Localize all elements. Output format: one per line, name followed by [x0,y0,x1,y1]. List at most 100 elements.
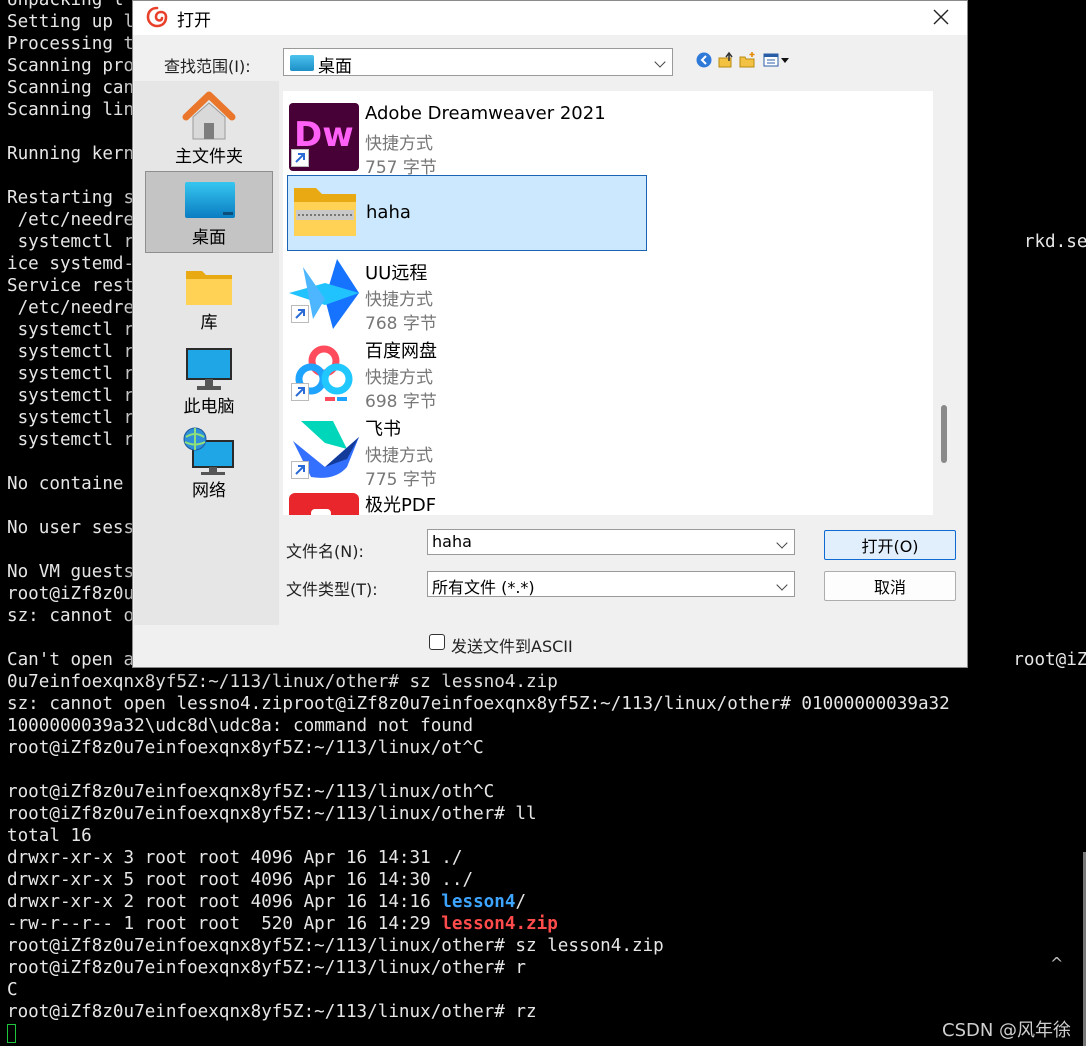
home-icon [182,91,236,140]
place-desktop[interactable]: 桌面 [145,171,273,253]
look-in-combobox[interactable]: 桌面 [283,48,673,77]
place-network[interactable]: 网络 [145,423,273,505]
filename-label: 文件名(N): [286,542,364,561]
new-folder-icon [739,52,755,68]
cancel-button[interactable]: 取消 [824,571,956,601]
file-name: haha [366,202,411,223]
terminal-line: Processing t [7,34,135,54]
shortcut-arrow-icon [291,305,309,323]
scroll-up-caret[interactable]: ^ [1050,954,1063,973]
terminal-line: No containe [7,474,124,494]
file-item-haha[interactable]: haha [287,175,647,251]
network-icon [183,427,234,475]
place-this-pc[interactable]: 此电脑 [145,339,273,421]
terminal-line: root@iZf8z0u7einfoexqnx8yf5Z:~/113/linux… [7,804,537,824]
terminal-line: total 16 [7,826,92,846]
shortcut-arrow-icon [291,149,309,167]
chevron-down-icon [776,579,788,591]
terminal-line: Service rest [7,276,135,296]
back-arrow-icon [696,52,712,68]
file-list[interactable]: Dw Adobe Dreamweaver 2021 快捷方式 757 字节 ha… [283,91,933,515]
new-folder-button[interactable] [739,51,759,71]
up-folder-icon [718,51,733,68]
terminal-line: systemctl r [7,364,135,384]
terminal-line: systemctl r [7,342,135,362]
zip-folder-icon [290,180,360,248]
zip-file-name: lesson4.zip [441,914,558,934]
open-file-dialog: 打开 查找范围(I): 桌面 主文件夹 桌面 库 此电脑 网络 Dw Adobe… [132,0,968,668]
file-name: 飞书 [365,419,401,440]
file-item-baidu-netdisk[interactable]: 百度网盘 快捷方式 698 字节 [287,331,647,412]
close-icon [933,9,949,25]
terminal-line: Restarting s [7,188,135,208]
directory-name: lesson4 [441,892,516,912]
terminal-line: root@iZf8z0u [7,584,135,604]
filetype-value: 所有文件 (*.*) [432,578,535,597]
place-label: 桌面 [192,228,226,248]
terminal-line: /etc/needre [7,210,135,230]
up-folder-button[interactable] [717,51,737,71]
dialog-title: 打开 [177,11,211,31]
file-item-feishu[interactable]: 飞书 快捷方式 775 字节 [287,409,647,490]
feishu-icon [289,415,359,483]
filename-value: haha [432,532,472,551]
terminal-line: Scanning pro [7,56,135,76]
terminal-line: Running kern [7,144,135,164]
place-label: 主文件夹 [175,147,243,167]
terminal-line: 1000000039a32\udc8d\udc8a: command not f… [7,716,474,736]
place-label: 库 [200,313,218,333]
file-name: 极光PDF [365,495,437,515]
uu-remote-icon [289,259,359,329]
file-item-jiguang-pdf[interactable]: 极光PDF [287,487,647,515]
file-type: 快捷方式 [365,134,433,154]
terminal-line: No VM guests [7,562,135,582]
look-in-label: 查找范围(I): [164,57,251,76]
terminal-line: No user sess [7,518,135,538]
open-button[interactable]: 打开(O) [824,530,956,560]
terminal-line: systemctl r [7,430,135,450]
chevron-down-icon [654,56,666,68]
terminal-cursor [7,1024,16,1043]
terminal-line: C [7,980,18,1000]
listing-name: ./ [441,848,463,868]
look-in-value: 桌面 [318,57,352,77]
terminal-line: -rw-r--r-- 1 root root 520 Apr 16 14:29 … [7,914,558,934]
dialog-titlebar[interactable]: 打开 [133,1,967,35]
terminal-line: root@iZf8z0u7einfoexqnx8yf5Z:~/113/linux… [7,782,495,802]
close-button[interactable] [921,1,961,33]
filename-input[interactable]: haha [427,529,795,555]
place-home[interactable]: 主文件夹 [145,89,273,171]
shortcut-arrow-icon [291,461,309,479]
baidu-netdisk-icon [289,337,359,407]
back-button[interactable] [695,51,715,71]
view-menu-button[interactable] [763,51,795,71]
file-list-scrollbar[interactable] [941,405,947,463]
csdn-watermark: CSDN @风年徐 [942,1020,1072,1041]
terminal-line: Setting up l [7,12,135,32]
terminal-line: root@iZf8z0u7einfoexqnx8yf5Z:~/113/linux… [7,1002,537,1022]
dreamweaver-icon: Dw [289,103,359,171]
terminal-line: Unpacking l [7,0,124,10]
terminal-line: ice systemd- [7,254,135,274]
terminal-line: 0u7einfoexqnx8yf5Z:~/113/linux/other# sz… [7,672,558,692]
file-item-uu-remote[interactable]: UU远程 快捷方式 768 字节 [287,253,647,334]
listing-name: ../ [441,870,474,890]
place-library[interactable]: 库 [145,255,273,337]
terminal-line: root@iZf8z0u7einfoexqnx8yf5Z:~/113/linux… [7,738,484,758]
file-type: 快捷方式 [365,290,433,310]
desktop-folder-icon [290,55,314,71]
ascii-checkbox[interactable] [429,634,445,650]
terminal-line: root@iZf8z0u7einfoexqnx8yf5Z:~/113/linux… [7,936,664,956]
ascii-checkbox-label[interactable]: 发送文件到ASCII [451,633,573,657]
terminal-line: Scanning lin [7,100,135,120]
file-item-dreamweaver[interactable]: Dw Adobe Dreamweaver 2021 快捷方式 757 字节 [287,97,647,178]
library-folder-icon [186,271,232,305]
filetype-select[interactable]: 所有文件 (*.*) [427,571,795,597]
navigation-toolbar [695,51,815,73]
terminal-line: root@iZf8z0u7einfoexqnx8yf5Z:~/113/linux… [7,958,527,978]
chevron-down-icon [776,537,788,549]
terminal-line: Scanning can [7,78,135,98]
terminal-line: systemctl r [7,408,135,428]
computer-icon [186,348,232,390]
file-name: Adobe Dreamweaver 2021 [365,103,606,124]
